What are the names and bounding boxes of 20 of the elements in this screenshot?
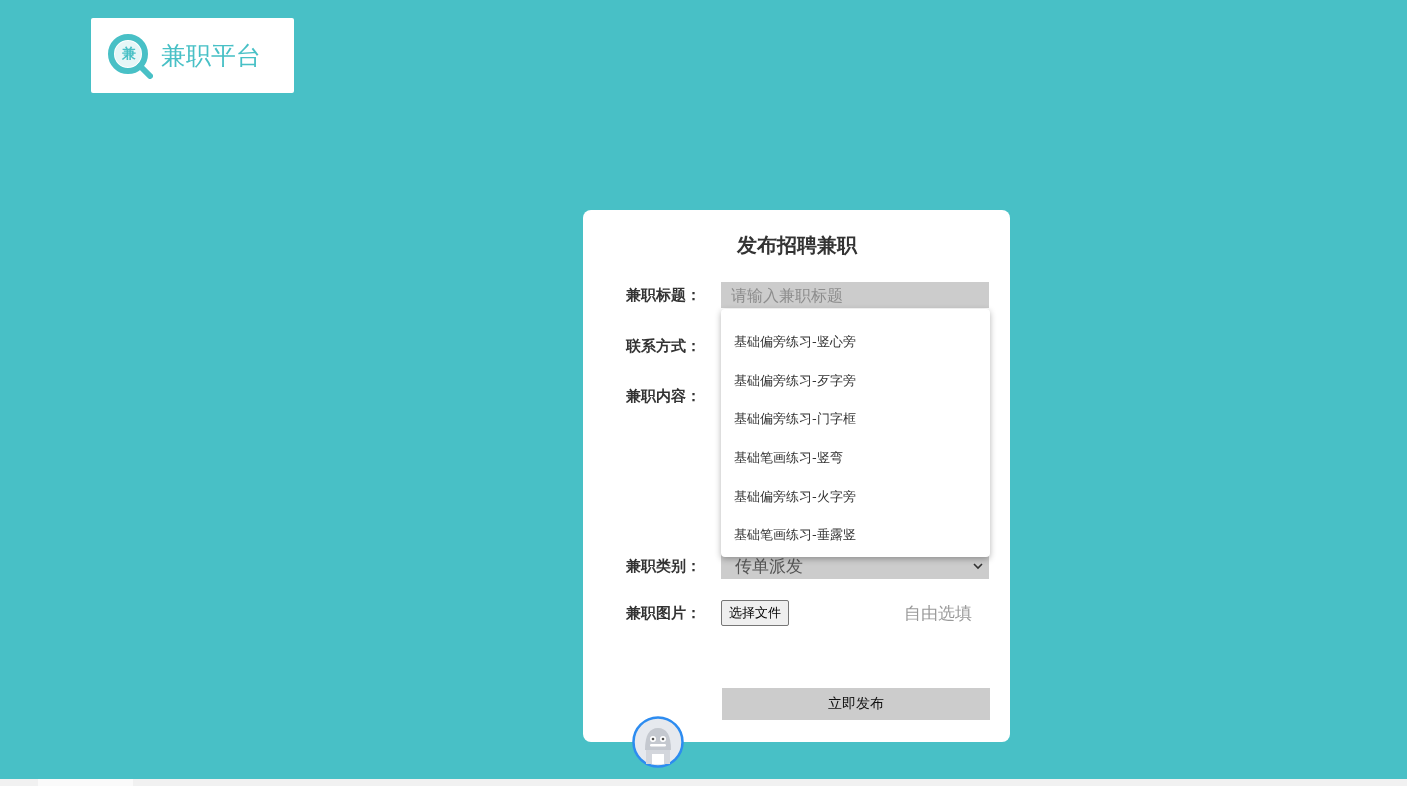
chevron-down-icon [973, 562, 983, 570]
form-title: 发布招聘兼职 [735, 232, 859, 259]
robot-avatar-icon[interactable] [632, 716, 684, 768]
field-label: 兼职图片： [626, 603, 702, 624]
horizontal-scrollbar[interactable] [0, 779, 1407, 786]
suggestion-item[interactable]: 基础偏旁练习-竖心旁 [721, 323, 990, 362]
field-label: 兼职内容： [626, 386, 702, 407]
suggestion-item[interactable]: 基础偏旁练习-歹字旁 [721, 361, 990, 401]
title-input[interactable]: 请输入兼职标题 [721, 282, 989, 308]
suggestion-item[interactable]: 基础偏旁练习-火字旁 [721, 477, 990, 516]
suggestion-item[interactable]: 基础笔画练习-竖弯 [721, 438, 990, 478]
suggestion-item[interactable]: 基础偏旁练习-门字框 [721, 400, 990, 439]
field-label: 兼职类别： [626, 556, 702, 577]
field-label: 兼职标题： [626, 285, 702, 306]
publish-button[interactable]: 立即发布 [722, 688, 990, 720]
optional-hint: 自由选填 [904, 602, 972, 625]
logo-text: 兼职平台 [161, 40, 261, 72]
field-label: 联系方式： [626, 336, 702, 357]
choose-file-button[interactable]: 选择文件 [721, 600, 789, 626]
suggestion-item[interactable]: 基础笔画练习-垂露竖 [721, 515, 990, 555]
